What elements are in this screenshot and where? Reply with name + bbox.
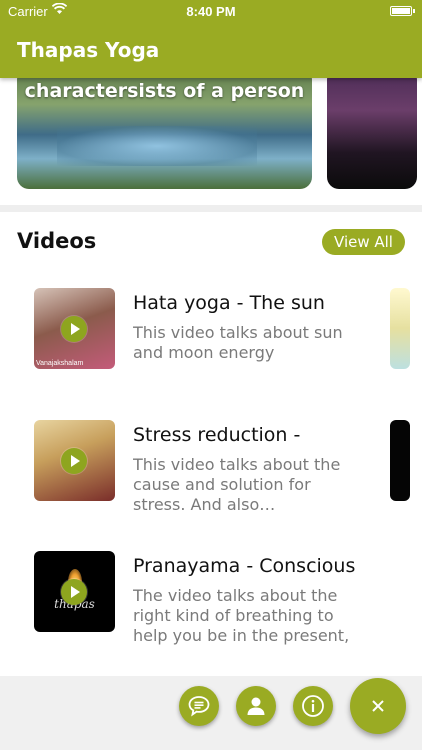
video-description: This video talks about sun and moon ener… <box>133 323 343 362</box>
profile-icon <box>247 697 265 715</box>
battery-icon <box>390 6 415 16</box>
featured-carousel[interactable]: charactersists of a person <box>0 78 422 208</box>
videos-heading: Videos <box>17 229 97 253</box>
video-item[interactable]: Stress reduction - This video talks abou… <box>0 420 422 514</box>
thumbnail-tag: Vanajakshalam <box>36 360 84 367</box>
video-item[interactable]: Vanajakshalam Hata yoga - The sun This v… <box>0 288 422 378</box>
chat-button[interactable] <box>179 686 219 726</box>
play-icon[interactable] <box>61 316 87 342</box>
view-all-button[interactable]: View All <box>322 229 405 255</box>
profile-button[interactable] <box>236 686 276 726</box>
featured-card[interactable]: charactersists of a person <box>17 78 312 189</box>
close-menu-button[interactable] <box>350 678 406 734</box>
page-title: Thapas Yoga <box>17 38 160 62</box>
video-item[interactable]: thapas Pranayama - Conscious The video t… <box>0 551 422 645</box>
lake-image <box>57 126 257 166</box>
info-icon <box>302 695 324 717</box>
info-button[interactable] <box>293 686 333 726</box>
video-thumbnail-next[interactable] <box>390 420 410 501</box>
video-title: Stress reduction - <box>133 424 301 446</box>
video-title: Pranayama - Conscious <box>133 555 356 577</box>
clock: 8:40 PM <box>186 4 236 19</box>
play-icon[interactable] <box>61 579 87 605</box>
status-bar: Carrier 8:40 PM <box>0 0 422 22</box>
video-thumbnail[interactable] <box>34 420 115 501</box>
video-thumbnail[interactable]: thapas <box>34 551 115 632</box>
section-divider <box>0 205 422 212</box>
app-header: Carrier 8:40 PM Thapas Yoga <box>0 0 422 78</box>
chat-icon <box>188 696 210 717</box>
video-description: This video talks about the cause and sol… <box>133 455 341 514</box>
video-title: Hata yoga - The sun <box>133 292 325 314</box>
video-thumbnail-next[interactable] <box>390 288 410 369</box>
close-icon <box>372 700 384 712</box>
video-description: The video talks about the right kind of … <box>133 586 350 645</box>
featured-card-caption: charactersists of a person <box>24 80 305 102</box>
featured-card-next[interactable] <box>327 78 417 189</box>
play-icon[interactable] <box>61 448 87 474</box>
video-thumbnail[interactable]: Vanajakshalam <box>34 288 115 369</box>
